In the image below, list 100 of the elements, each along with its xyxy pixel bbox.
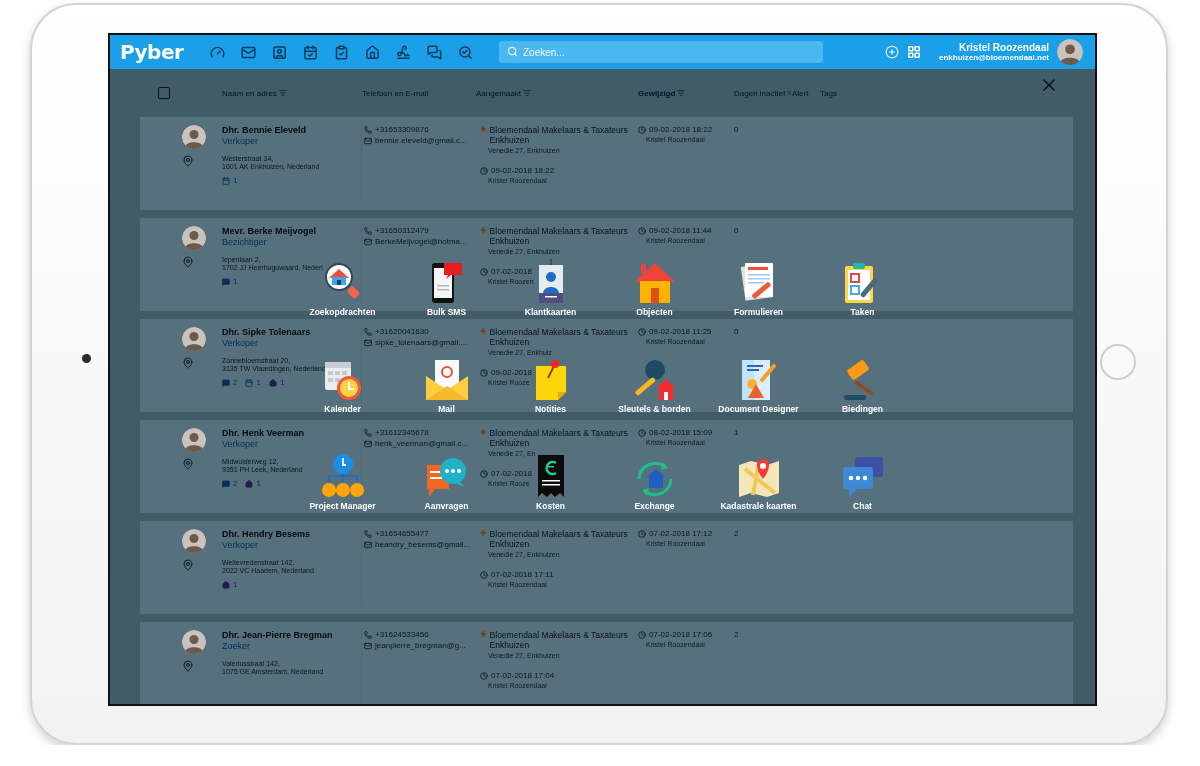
sticky-note-icon[interactable] xyxy=(535,360,566,400)
contact-card-icon[interactable] xyxy=(272,44,287,60)
contact-role: Verkoper xyxy=(222,540,259,550)
clock-icon xyxy=(638,529,646,538)
signature-icon[interactable] xyxy=(396,44,411,60)
contact-role: Bezichtiger xyxy=(222,237,267,247)
app-label[interactable]: Taken xyxy=(850,307,875,317)
app-label[interactable]: Kalender xyxy=(324,404,361,414)
mail-icon[interactable] xyxy=(241,44,256,60)
clipboard-checklist-icon[interactable] xyxy=(844,263,881,303)
app-label[interactable]: Chat xyxy=(853,501,872,511)
contact-name: Dhr. Sipke Tolenaars xyxy=(222,327,311,337)
app-label[interactable]: Formulieren xyxy=(733,307,784,317)
office-name: Bloemendaal Makelaars & Taxateurs Enkhuizen xyxy=(489,630,629,650)
app-label[interactable]: Biedingen xyxy=(841,404,884,414)
location-pin-icon xyxy=(182,660,194,672)
app-label[interactable]: Exchange xyxy=(634,501,675,511)
clock-icon xyxy=(480,267,488,276)
org-chart-icon[interactable] xyxy=(321,454,364,497)
app-label[interactable]: Klantkaarten xyxy=(524,307,577,317)
select-all-checkbox[interactable] xyxy=(158,87,170,99)
keys-house-icon[interactable] xyxy=(634,360,675,400)
clock-icon xyxy=(638,226,646,235)
house-arrows-icon[interactable] xyxy=(636,461,673,497)
lightning-icon xyxy=(480,226,487,234)
location-pin-icon xyxy=(182,357,194,369)
chat-bubbles-icon[interactable] xyxy=(427,458,466,497)
chat-icon[interactable] xyxy=(842,457,883,497)
inactive-days: 1 xyxy=(734,428,792,437)
search-icon[interactable] xyxy=(458,44,473,60)
app-label[interactable]: Zoekopdrachten xyxy=(309,307,376,317)
sort-icon xyxy=(677,89,686,97)
app-label[interactable]: Objecten xyxy=(636,307,673,317)
app-label[interactable]: Sleutels & borden xyxy=(618,404,691,414)
contact-role: Verkoper xyxy=(222,439,259,449)
apps-grid-icon[interactable] xyxy=(906,45,921,59)
column-header[interactable]: Aangemaakt xyxy=(476,88,638,98)
avatar xyxy=(182,630,206,654)
contact-card[interactable] xyxy=(140,420,1073,513)
phone-icon xyxy=(364,327,372,336)
column-header[interactable]: Tags xyxy=(820,88,1073,98)
chat-icon xyxy=(222,378,230,387)
home-icon[interactable] xyxy=(365,44,380,60)
calendar-icon xyxy=(245,378,254,387)
envelope-icon[interactable] xyxy=(425,360,468,400)
map-pin-icon[interactable] xyxy=(738,459,779,497)
contact-name: Dhr. Henk Veerman xyxy=(222,428,305,438)
location-pin-icon xyxy=(182,559,194,571)
column-header[interactable]: Naam en adres xyxy=(222,88,287,98)
app-label[interactable]: Project Manager xyxy=(309,501,376,511)
column-header[interactable]: Alert xyxy=(792,88,820,98)
modified-date: 08-02-2018 15:09 xyxy=(649,428,713,437)
phone-icon xyxy=(364,226,372,235)
user-name: Kristel Roozendaal xyxy=(958,42,1049,53)
column-header[interactable]: Dagen inactief xyxy=(734,88,792,98)
lightning-icon xyxy=(480,125,487,133)
chat-icon[interactable] xyxy=(427,44,442,60)
avatar xyxy=(182,125,206,149)
contact-name: Dhr. Jean-Pierre Bregman xyxy=(222,630,333,640)
inactive-days: 2 xyxy=(734,630,792,639)
id-badge-icon[interactable] xyxy=(538,259,563,303)
email-address: sipke_tolenaars@gmail.... xyxy=(375,338,468,347)
app-label[interactable]: Document Designer xyxy=(718,404,799,414)
phone-number: +31654655477 xyxy=(375,529,429,538)
badge-count: 1 xyxy=(233,176,238,185)
app-label[interactable]: Aanvragen xyxy=(424,501,469,511)
user-email: enkhuizen@bloemendaal.net xyxy=(938,53,1049,62)
created-date: 09-02-2018 18:22 xyxy=(491,166,555,175)
app-label[interactable]: Bulk SMS xyxy=(426,307,467,317)
search-field[interactable]: Zoeken... xyxy=(499,41,823,63)
modified-date: 09-02-2018 11:44 xyxy=(649,226,712,235)
phone-number: +31653309876 xyxy=(375,125,429,134)
phone-icon xyxy=(364,529,372,538)
dashboard-icon[interactable] xyxy=(210,44,225,60)
email-address: heandry_besems@gmail... xyxy=(375,540,471,549)
avatar xyxy=(182,529,206,553)
add-icon[interactable] xyxy=(884,45,899,59)
logo[interactable]: Pyber xyxy=(120,40,200,64)
created-date: 07-02-2018 17:04 xyxy=(491,671,555,680)
clock-icon xyxy=(480,166,488,175)
contact-name: Dhr. Bennie Eleveld xyxy=(222,125,307,135)
modified-date: 07-02-2018 17:12 xyxy=(649,529,713,538)
app-label[interactable]: Kosten xyxy=(536,501,565,511)
app-label[interactable]: Mail xyxy=(438,404,455,414)
house-icon[interactable] xyxy=(634,263,675,303)
home-icon xyxy=(268,378,277,387)
home-icon xyxy=(222,580,230,589)
created-date: 07-02-2018 xyxy=(491,469,532,478)
modified-date: 09-02-2018 11:25 xyxy=(649,327,712,336)
phone-message-icon[interactable] xyxy=(431,263,462,303)
calendar-clock-icon[interactable] xyxy=(324,362,361,400)
contact-card[interactable] xyxy=(140,319,1073,412)
calendar-icon[interactable] xyxy=(303,44,318,60)
document-pen-icon[interactable] xyxy=(741,359,776,400)
clock-icon xyxy=(638,125,646,134)
avatar xyxy=(182,327,206,351)
app-label[interactable]: Kadastrale kaarten xyxy=(720,501,797,511)
column-header[interactable]: Telefoon en E-mail xyxy=(362,88,476,98)
clipboard-check-icon[interactable] xyxy=(334,44,349,60)
app-label[interactable]: Notities xyxy=(534,404,567,414)
